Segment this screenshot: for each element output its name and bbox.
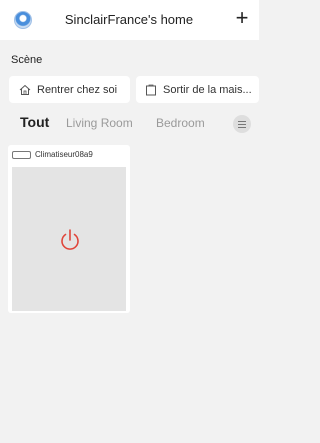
scene-section-label: Scène bbox=[11, 54, 43, 66]
scene-label: Sortir de la mais... bbox=[163, 83, 252, 96]
hamburger-menu-icon[interactable] bbox=[233, 115, 251, 133]
add-device-button[interactable]: + bbox=[232, 7, 252, 30]
home-avatar-icon[interactable] bbox=[14, 11, 32, 29]
device-card[interactable]: Climatiseur08a9 bbox=[8, 145, 130, 313]
device-panel[interactable] bbox=[12, 167, 126, 311]
tab-living-room[interactable]: Living Room bbox=[66, 116, 133, 130]
house-icon bbox=[19, 84, 31, 95]
door-exit-icon bbox=[146, 84, 156, 95]
home-title[interactable]: SinclairFrance's home bbox=[44, 12, 214, 27]
app-header: SinclairFrance's home + bbox=[0, 0, 259, 40]
tab-tout[interactable]: Tout bbox=[20, 114, 49, 130]
device-name: Climatiseur08a9 bbox=[35, 150, 93, 159]
scene-label: Rentrer chez soi bbox=[37, 83, 118, 96]
scene-rentrer-chez-soi-button[interactable]: Rentrer chez soi bbox=[9, 76, 130, 103]
tab-bedroom[interactable]: Bedroom bbox=[156, 116, 205, 130]
scene-sortir-de-la-maison-button[interactable]: Sortir de la mais... bbox=[136, 76, 259, 103]
air-conditioner-icon bbox=[12, 151, 31, 159]
room-tabs: Tout Living Room Bedroom bbox=[0, 113, 259, 135]
power-icon[interactable] bbox=[59, 228, 81, 252]
